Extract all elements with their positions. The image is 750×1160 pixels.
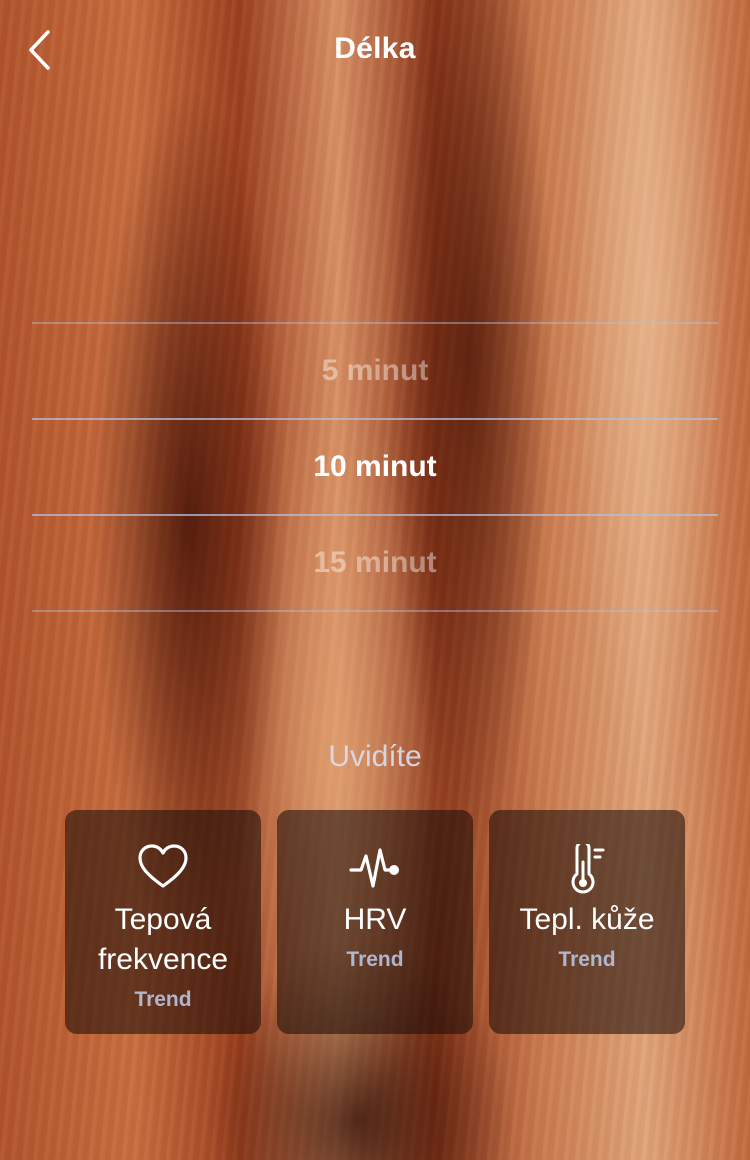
- metric-card-label: HRV: [343, 903, 407, 936]
- picker-option-10-selected[interactable]: 10 minut: [32, 420, 718, 514]
- metric-card-label: Tepl. kůže: [519, 903, 655, 936]
- metric-card-sub: Trend: [558, 948, 616, 971]
- picker-divider: [32, 610, 718, 612]
- picker-option-5[interactable]: 5 minut: [32, 324, 718, 418]
- metric-card-heart-rate: Tepová frekvence Trend: [65, 810, 261, 1034]
- metric-card-sub: Trend: [346, 948, 404, 971]
- duration-picker[interactable]: 5 minut 10 minut 15 minut: [32, 322, 718, 612]
- metric-card-hrv: HRV Trend: [277, 810, 473, 1034]
- heart-icon: [65, 844, 261, 892]
- metric-card-label: Tepová frekvence: [97, 903, 229, 976]
- screen: Délka 5 minut 10 minut 15 minut Uvidíte …: [0, 0, 750, 1160]
- you-will-see-heading: Uvidíte: [328, 740, 422, 773]
- header: Délka: [0, 0, 750, 104]
- metric-card-skin-temp: Tepl. kůže Trend: [489, 810, 685, 1034]
- metric-card-sub: Trend: [134, 988, 192, 1011]
- pulse-icon: [277, 844, 473, 892]
- metric-cards: Tepová frekvence Trend HRV Trend Tepl. k…: [65, 810, 685, 1034]
- picker-option-15[interactable]: 15 minut: [32, 516, 718, 610]
- thermometer-icon: [489, 844, 685, 894]
- page-title: Délka: [334, 32, 416, 65]
